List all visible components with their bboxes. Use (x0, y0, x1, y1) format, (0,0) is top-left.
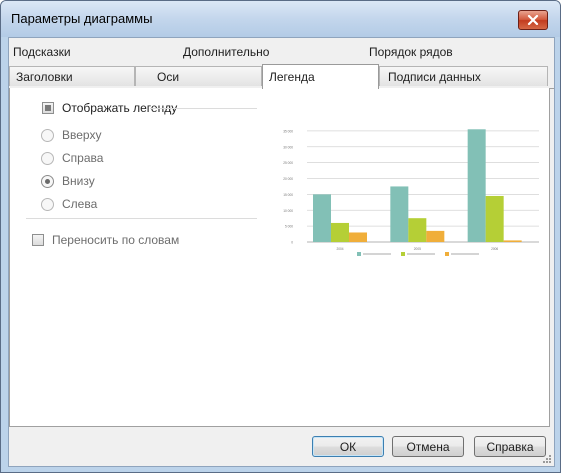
x-tick-label: 2005 (414, 247, 421, 251)
radio-top-label: Вверху (62, 128, 102, 142)
close-icon (527, 15, 539, 25)
tab-titles[interactable]: Заголовки (9, 66, 135, 86)
y-tick-label: 35 000 (283, 129, 293, 133)
y-tick-label: 10 000 (283, 209, 293, 213)
bar (313, 194, 331, 242)
radio-circle (41, 151, 54, 165)
radio-top[interactable]: Вверху (41, 128, 101, 142)
title-bar[interactable]: Параметры диаграммы (1, 1, 560, 37)
x-tick-label: 2006 (491, 247, 498, 251)
radio-bottom-label: Внизу (62, 174, 95, 188)
bar (485, 195, 504, 242)
close-button[interactable] (518, 10, 548, 30)
tab-series-order[interactable]: Порядок рядов (369, 45, 453, 59)
legend-swatch (445, 252, 449, 256)
bar (503, 240, 522, 242)
radio-circle (41, 128, 54, 142)
radio-circle (41, 197, 54, 211)
tab-row-back: Подсказки Дополнительно Порядок рядов (9, 38, 554, 62)
checkbox-box (32, 234, 44, 246)
button-bar: ОК Отмена Справка (9, 428, 554, 466)
x-tick-label: 2004 (336, 247, 343, 251)
group-separator (150, 108, 257, 109)
y-tick-label: 25 000 (283, 161, 293, 165)
y-tick-label: 0 (291, 241, 293, 245)
legend-panel: Отображать легенду Вверху Справа Внизу С… (9, 88, 550, 427)
radio-bottom[interactable]: Внизу (41, 174, 95, 188)
word-wrap-label: Переносить по словам (52, 233, 180, 247)
legend-preview-chart: 0 5 000 10 000 15 000 20 000 25 000 30 000 35 0… (283, 129, 539, 256)
tab-data-labels[interactable]: Подписи данных (379, 66, 548, 86)
bar (426, 230, 445, 242)
tab-tooltips[interactable]: Подсказки (13, 45, 71, 59)
bar (467, 129, 486, 242)
tab-axes[interactable]: Оси (135, 66, 262, 86)
help-button[interactable]: Справка (474, 436, 546, 457)
tab-legend[interactable]: Легенда (262, 64, 379, 89)
radio-left[interactable]: Слева (41, 197, 97, 211)
chart-options-dialog: Параметры диаграммы Подсказки Дополнител… (0, 0, 561, 473)
cancel-button[interactable]: Отмена (392, 436, 464, 457)
separator (26, 218, 257, 219)
ok-button[interactable]: ОК (312, 436, 384, 457)
y-tick-label: 5 000 (285, 225, 293, 229)
checkbox-box (42, 102, 54, 114)
bar (408, 218, 427, 242)
y-tick-label: 20 000 (283, 177, 293, 181)
tab-advanced[interactable]: Дополнительно (183, 45, 269, 59)
bar (390, 186, 409, 242)
resize-grip-icon[interactable] (542, 454, 552, 464)
y-tick-label: 30 000 (283, 145, 293, 149)
word-wrap-checkbox[interactable]: Переносить по словам (32, 233, 179, 247)
window-title: Параметры диаграммы (11, 11, 153, 26)
legend-swatch (401, 252, 405, 256)
y-tick-label: 15 000 (283, 193, 293, 197)
dialog-body: Подсказки Дополнительно Порядок рядов За… (8, 37, 555, 467)
bar (331, 222, 349, 242)
radio-right[interactable]: Справа (41, 151, 103, 165)
radio-left-label: Слева (62, 197, 98, 211)
bar (349, 232, 367, 242)
radio-circle-selected (41, 174, 54, 188)
legend-swatch (357, 252, 361, 256)
radio-right-label: Справа (62, 151, 104, 165)
